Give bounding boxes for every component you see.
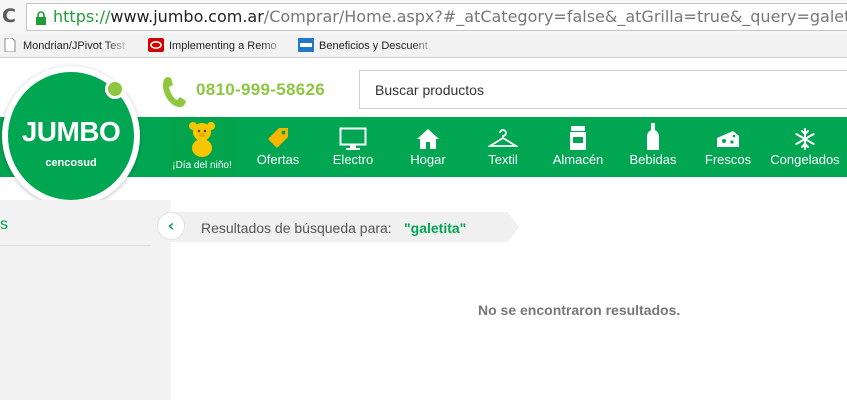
logo-dot — [105, 79, 125, 99]
nav-electro[interactable]: Electro — [326, 117, 380, 177]
url-host: www.jumbo.com.ar — [110, 7, 264, 26]
reload-icon[interactable]: C — [2, 5, 20, 27]
tag-icon — [268, 128, 288, 148]
nav-label: Electro — [332, 152, 374, 167]
sidebar-collapse-button[interactable]: ‹ — [157, 212, 185, 240]
phone-icon — [163, 77, 186, 108]
bookmark-label: Implementing a Remo — [169, 40, 277, 52]
nav-dia-del-nino[interactable]: ¡Día del niño! — [169, 117, 235, 177]
cheese-icon — [717, 131, 739, 147]
url-path: /Comprar/Home.aspx?#_atCategory=false&_a… — [263, 7, 847, 26]
logo-wordmark: JUMBO — [21, 116, 121, 147]
page-icon — [4, 38, 16, 52]
jumbo-logo[interactable]: JUMBO cencosud — [2, 66, 140, 206]
results-label: Resultados de búsqueda para: — [201, 220, 392, 236]
monitor-icon — [339, 127, 367, 150]
nav-label: ¡Día del niño! — [172, 160, 232, 171]
snowflake-icon — [795, 128, 815, 150]
bookmark-beneficios[interactable]: Beneficios y Descuent — [298, 38, 436, 54]
teddy-bear-icon — [189, 122, 215, 157]
bookmark-implementing[interactable]: Implementing a Remo — [148, 38, 286, 54]
no-results-message: No se encontraron resultados. — [478, 302, 681, 318]
nav-label: Congelados — [770, 152, 840, 167]
bookmark-mondrian[interactable]: Mondrian/JPivot Test — [2, 38, 130, 54]
nav-frescos[interactable]: Frescos — [702, 117, 754, 177]
bottle-icon — [647, 123, 659, 150]
nav-ofertas[interactable]: Ofertas — [250, 117, 306, 177]
bookmarks-bar: Mondrian/JPivot Test Implementing a Remo… — [0, 34, 847, 58]
amex-icon — [298, 38, 314, 52]
sidebar-divider — [0, 245, 151, 246]
results-query: "galetita" — [404, 220, 467, 236]
nav-hogar[interactable]: Hogar — [403, 117, 453, 177]
filter-sidebar — [0, 200, 171, 400]
lock-icon — [36, 11, 46, 25]
nav-label: Bebidas — [629, 152, 677, 167]
nav-label: Frescos — [704, 152, 752, 167]
url-field[interactable]: https://www.jumbo.com.ar/Comprar/Home.as… — [26, 3, 847, 31]
url-scheme: https:// — [53, 7, 111, 26]
nav-label: Hogar — [410, 152, 446, 167]
logo-subtitle: cencosud — [45, 157, 97, 169]
browser-address-bar: C https://www.jumbo.com.ar/Comprar/Home.… — [0, 0, 847, 34]
nav-textil[interactable]: Textil — [480, 117, 526, 177]
nav-almacen[interactable]: Almacén — [548, 117, 608, 177]
nav-label: Almacén — [552, 152, 604, 167]
search-input[interactable] — [359, 70, 847, 109]
url-text: https://www.jumbo.com.ar/Comprar/Home.as… — [53, 7, 847, 27]
sidebar-heading: s — [0, 216, 8, 233]
nav-bebidas[interactable]: Bebidas — [625, 117, 681, 177]
chevron-left-icon: ‹ — [167, 216, 175, 235]
jar-icon — [570, 126, 586, 150]
nav-label: Textil — [488, 152, 518, 167]
hanger-icon — [488, 129, 518, 147]
nav-congelados[interactable]: Congelados — [768, 117, 842, 177]
oracle-icon — [148, 38, 164, 52]
nav-label: Ofertas — [256, 152, 300, 167]
house-icon — [417, 129, 439, 149]
phone-number: 0810-999-58626 — [196, 80, 325, 99]
